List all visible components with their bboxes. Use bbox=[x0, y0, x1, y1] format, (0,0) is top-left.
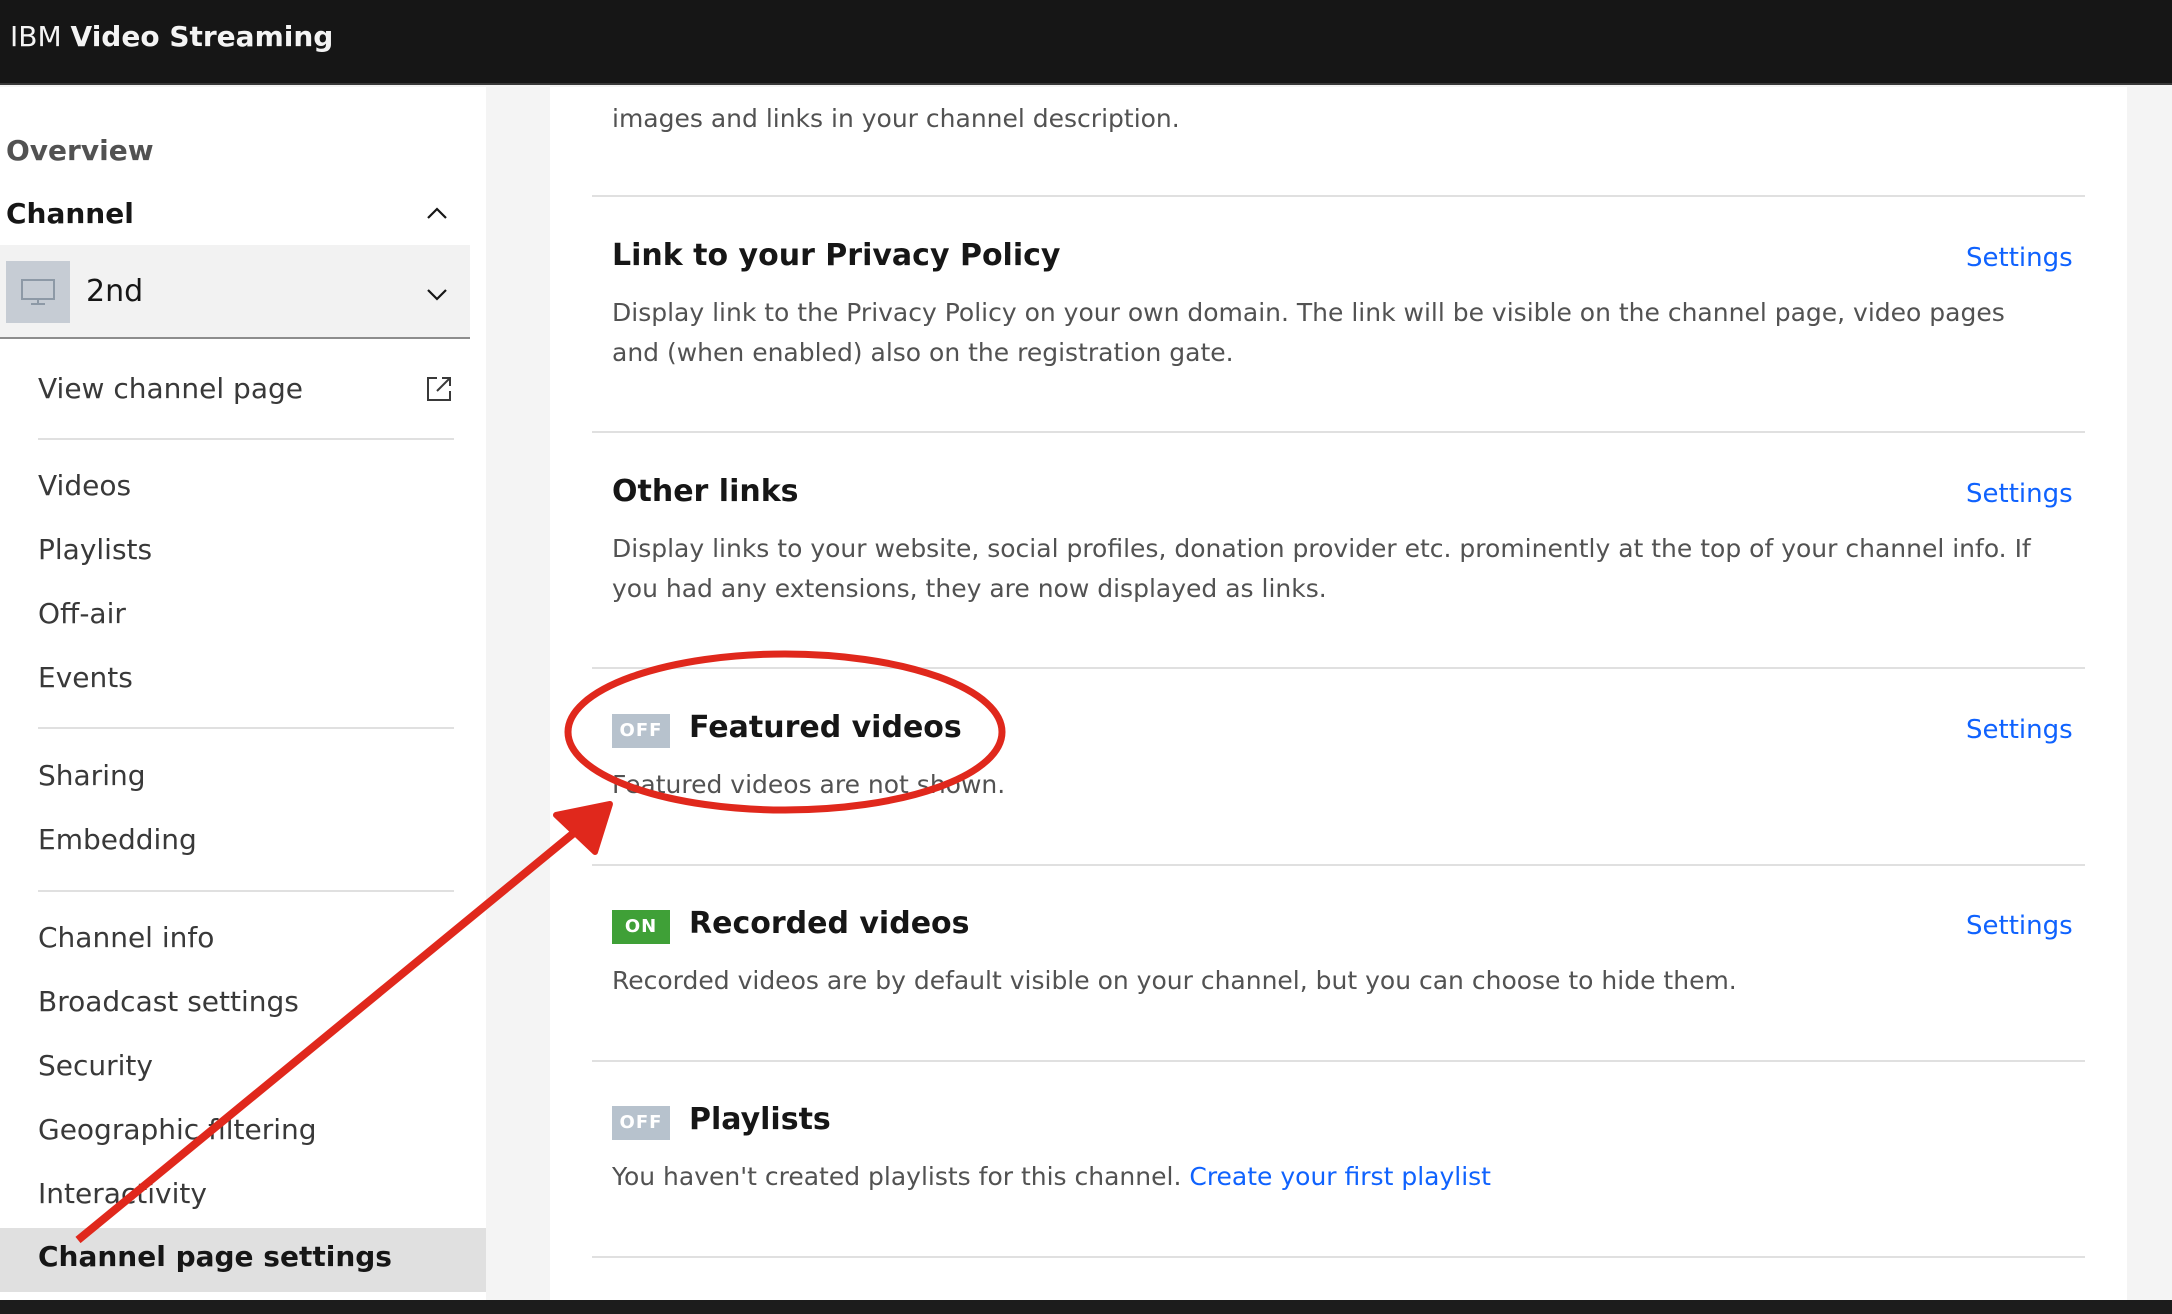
section-title-playlists: Playlists bbox=[689, 1102, 831, 1137]
section-description: Recorded videos are by default visible o… bbox=[612, 966, 1737, 995]
section-title-privacy-policy: Link to your Privacy Policy bbox=[612, 238, 1061, 273]
sidebar-item-playlists[interactable]: Playlists bbox=[38, 533, 152, 566]
sidebar-item-broadcast-settings[interactable]: Broadcast settings bbox=[38, 985, 299, 1018]
external-link-icon[interactable] bbox=[424, 374, 454, 404]
featured-videos-settings-link[interactable]: Settings bbox=[1966, 715, 2073, 745]
section-divider bbox=[592, 667, 2085, 669]
cut-off-description: images and links in your channel descrip… bbox=[612, 104, 1180, 133]
monitor-icon bbox=[21, 279, 55, 305]
status-badge-off: OFF bbox=[612, 714, 670, 748]
section-divider bbox=[592, 195, 2085, 197]
channel-selector-value: 2nd bbox=[86, 274, 144, 309]
sidebar-item-channel-page-settings[interactable]: Channel page settings bbox=[0, 1228, 486, 1292]
sidebar-item-channel-info[interactable]: Channel info bbox=[38, 921, 214, 954]
section-title-featured-videos: Featured videos bbox=[689, 710, 962, 745]
brand-prefix: IBM bbox=[10, 20, 62, 53]
recorded-videos-settings-link[interactable]: Settings bbox=[1966, 911, 2073, 941]
sidebar-item-security[interactable]: Security bbox=[38, 1049, 153, 1082]
nav-divider bbox=[38, 727, 454, 729]
channel-selector[interactable]: 2nd bbox=[0, 245, 470, 339]
sidebar-item-off-air[interactable]: Off-air bbox=[38, 597, 126, 630]
playlists-description-text: You haven't created playlists for this c… bbox=[612, 1162, 1182, 1191]
sidebar-item-interactivity[interactable]: Interactivity bbox=[38, 1177, 207, 1210]
channel-page-settings-panel: images and links in your channel descrip… bbox=[550, 87, 2127, 1300]
sidebar-item-sharing[interactable]: Sharing bbox=[38, 759, 146, 792]
sidebar-item-videos[interactable]: Videos bbox=[38, 469, 131, 502]
sidebar-item-label: Channel page settings bbox=[38, 1240, 392, 1273]
status-badge-off: OFF bbox=[612, 1106, 670, 1140]
privacy-policy-settings-link[interactable]: Settings bbox=[1966, 243, 2073, 273]
section-divider bbox=[592, 1256, 2085, 1258]
chevron-up-icon[interactable] bbox=[424, 201, 450, 227]
section-divider bbox=[592, 864, 2085, 866]
sidebar-item-geographic-filtering[interactable]: Geographic filtering bbox=[38, 1113, 317, 1146]
section-divider bbox=[592, 431, 2085, 433]
section-description: You haven't created playlists for this c… bbox=[612, 1157, 2052, 1197]
app-brand[interactable]: IBM Video Streaming bbox=[10, 20, 333, 53]
nav-divider bbox=[38, 890, 454, 892]
section-title-other-links: Other links bbox=[612, 474, 799, 509]
channel-thumbnail bbox=[6, 261, 70, 323]
sidebar-item-events[interactable]: Events bbox=[38, 661, 133, 694]
sidebar: Overview Channel 2nd View channel page V… bbox=[0, 87, 486, 1300]
section-description: Display links to your website, social pr… bbox=[612, 534, 2031, 603]
sidebar-item-embedding[interactable]: Embedding bbox=[38, 823, 197, 856]
view-channel-page-link[interactable]: View channel page bbox=[38, 372, 303, 405]
sidebar-channel-heading[interactable]: Channel bbox=[6, 197, 134, 230]
taskbar-strip bbox=[0, 1300, 2172, 1314]
create-first-playlist-link[interactable]: Create your first playlist bbox=[1189, 1162, 1491, 1191]
section-description: Featured videos are not shown. bbox=[612, 770, 1006, 799]
section-title-recorded-videos: Recorded videos bbox=[689, 906, 970, 941]
section-description: Display link to the Privacy Policy on yo… bbox=[612, 298, 2005, 367]
nav-divider bbox=[38, 438, 454, 440]
chevron-down-icon bbox=[427, 289, 447, 301]
sidebar-overview[interactable]: Overview bbox=[6, 134, 154, 167]
brand-name: Video Streaming bbox=[70, 20, 334, 53]
status-badge-on: ON bbox=[612, 910, 670, 944]
other-links-settings-link[interactable]: Settings bbox=[1966, 479, 2073, 509]
section-divider bbox=[592, 1060, 2085, 1062]
top-bar: IBM Video Streaming bbox=[0, 0, 2172, 85]
